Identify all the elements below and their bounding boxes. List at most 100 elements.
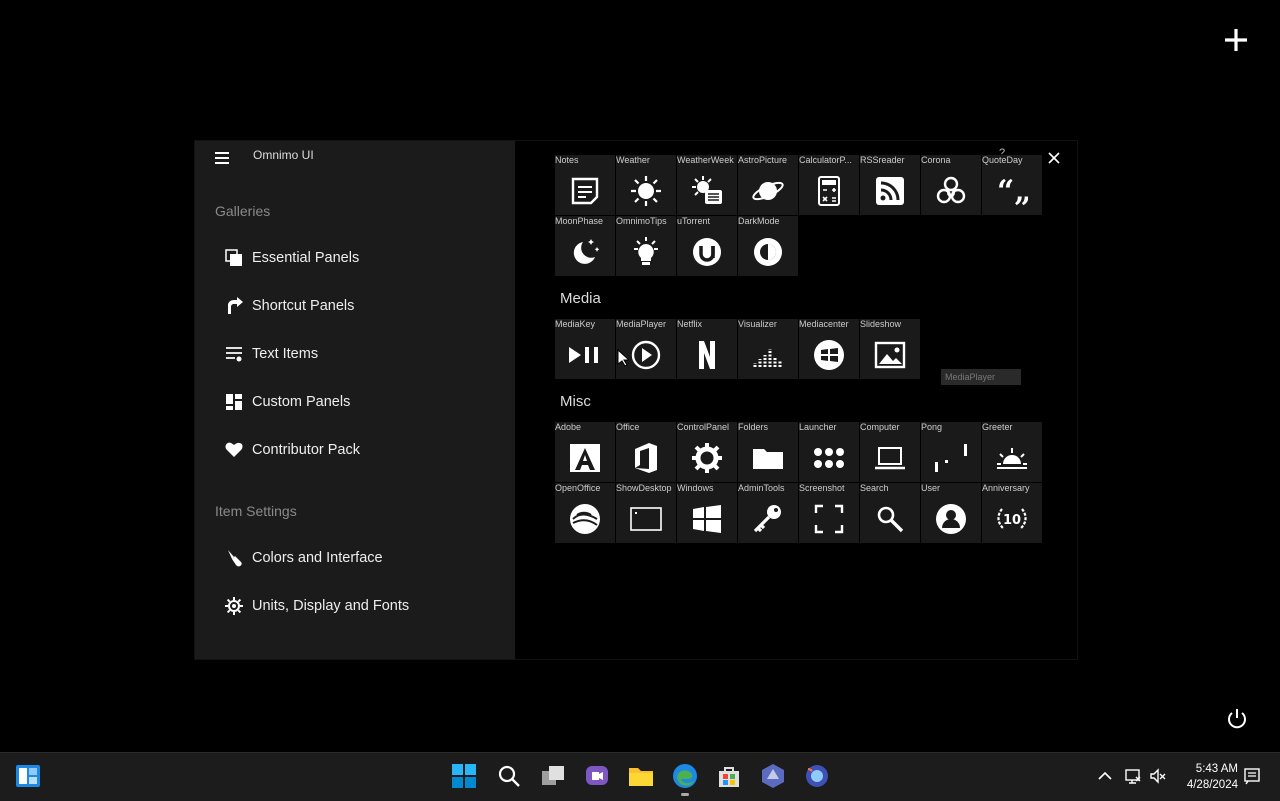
tile-mediakey[interactable]: MediaKey [555,319,615,379]
tile-weather[interactable]: Weather [616,155,676,215]
tile-computer[interactable]: Computer [860,422,920,482]
volume-muted-icon[interactable] [1149,767,1167,785]
sidebar-item-shortcut-panels[interactable]: Shortcut Panels [225,291,354,321]
sidebar-item-essential-panels[interactable]: Essential Panels [225,243,359,273]
utorrent-icon [693,238,721,266]
quote-icon: “„ [997,175,1028,207]
mediacenter-icon [814,340,844,370]
sidebar-item-label: Custom Panels [252,394,351,410]
start-icon[interactable] [451,763,477,789]
biohazard-icon [936,176,966,204]
windows-logo-icon [693,505,721,533]
screenshot-icon [814,504,844,534]
netflix-icon [699,341,715,369]
tile-weatherweek[interactable]: WeatherWeek [677,155,737,215]
chat-icon[interactable] [584,763,610,789]
menu-icon[interactable] [211,147,233,169]
edge-icon[interactable] [672,763,698,789]
gallery-content: Notes Weather WeatherWeek AstroPicture C… [517,141,1077,659]
tile-notes[interactable]: Notes [555,155,615,215]
tile-astropicture[interactable]: AstroPicture [738,155,798,215]
tile-admintools[interactable]: AdminTools [738,483,798,543]
sidebar-item-label: Units, Display and Fonts [252,598,410,614]
tile-showdesktop[interactable]: ShowDesktop [616,483,676,543]
file-explorer-icon[interactable] [628,763,654,789]
tooltip: MediaPlayer [941,369,1021,385]
tile-mediacenter[interactable]: Mediacenter [799,319,859,379]
tile-visualizer[interactable]: Visualizer [738,319,798,379]
moon-stars-icon [573,239,600,264]
tile-adobe[interactable]: Adobe [555,422,615,482]
pong-icon [935,444,967,472]
tile-screenshot[interactable]: Screenshot [799,483,859,543]
store-icon[interactable] [716,763,742,789]
tile-controlpanel[interactable]: ControlPanel [677,422,737,482]
key-icon [753,505,781,533]
tile-anniversary[interactable]: Anniversary 10 [982,483,1042,543]
tile-windows[interactable]: Windows [677,483,737,543]
group-title-misc: Misc [560,393,591,410]
sidebar-item-units-display-fonts[interactable]: Units, Display and Fonts [225,591,409,621]
tile-rssreader[interactable]: RSSreader [860,155,920,215]
gear-icon [692,443,722,473]
tile-omnimotips[interactable]: OmnimoTips [616,216,676,276]
user-icon [936,504,966,534]
group-title-media: Media [560,290,601,307]
tile-office[interactable]: Office [616,422,676,482]
tile-pong[interactable]: Pong [921,422,981,482]
sidebar: Omnimo UI Galleries Essential Panels Sho… [195,141,515,659]
text-lines-icon [226,347,242,362]
firefox-icon[interactable] [804,763,830,789]
tile-greeter[interactable]: Greeter [982,422,1042,482]
task-view-icon[interactable] [540,763,566,789]
rainmeter-icon[interactable] [760,763,786,789]
dark-mode-icon [754,238,782,266]
sidebar-item-contributor-pack[interactable]: Contributor Pack [225,435,360,465]
panels-icon [225,249,242,266]
tile-folders[interactable]: Folders [738,422,798,482]
grid-panels-icon [226,394,242,410]
image-icon [874,341,906,369]
desktop-icon [630,507,662,531]
tile-slideshow[interactable]: Slideshow [860,319,920,379]
chevron-up-icon[interactable] [1096,767,1114,785]
widgets-icon[interactable] [15,763,41,789]
tile-darkmode[interactable]: DarkMode [738,216,798,276]
openoffice-icon [570,504,600,534]
tile-corona[interactable]: Corona [921,155,981,215]
sidebar-item-colors-interface[interactable]: Colors and Interface [225,543,383,573]
brush-icon [228,550,242,567]
clock-date: 4/28/2024 [1186,779,1238,791]
sun-icon [631,176,661,206]
apps-grid-icon [814,448,844,468]
taskbar: 5:43 AM 4/28/2024 [0,752,1280,801]
section-item-settings: Item Settings [215,503,297,519]
tile-moonphase[interactable]: MoonPhase [555,216,615,276]
tile-search[interactable]: Search [860,483,920,543]
tile-utorrent[interactable]: uTorrent [677,216,737,276]
clock[interactable]: 5:43 AM 4/28/2024 [1172,761,1238,793]
sidebar-item-label: Shortcut Panels [252,298,355,314]
adobe-icon [570,444,600,472]
tile-user[interactable]: User [921,483,981,543]
sunrise-icon [997,448,1027,469]
notifications-icon[interactable] [1243,767,1261,785]
mouse-cursor-icon [617,349,629,367]
svg-text:“„: “„ [997,175,1028,207]
tile-netflix[interactable]: Netflix [677,319,737,379]
tile-calculator[interactable]: CalculatorP... [799,155,859,215]
add-icon[interactable] [1222,26,1250,54]
search-icon [877,506,904,533]
sidebar-item-text-items[interactable]: Text Items [225,339,318,369]
tile-quoteday[interactable]: QuoteDay “„ [982,155,1042,215]
sidebar-item-custom-panels[interactable]: Custom Panels [225,387,350,417]
power-icon[interactable] [1224,706,1250,732]
section-galleries: Galleries [215,203,271,219]
search-icon[interactable] [496,763,522,789]
sidebar-item-label: Essential Panels [252,250,360,266]
tile-launcher[interactable]: Launcher [799,422,859,482]
calculator-icon [818,176,840,206]
network-icon[interactable] [1124,767,1142,785]
laptop-icon [875,447,905,470]
tile-openoffice[interactable]: OpenOffice [555,483,615,543]
